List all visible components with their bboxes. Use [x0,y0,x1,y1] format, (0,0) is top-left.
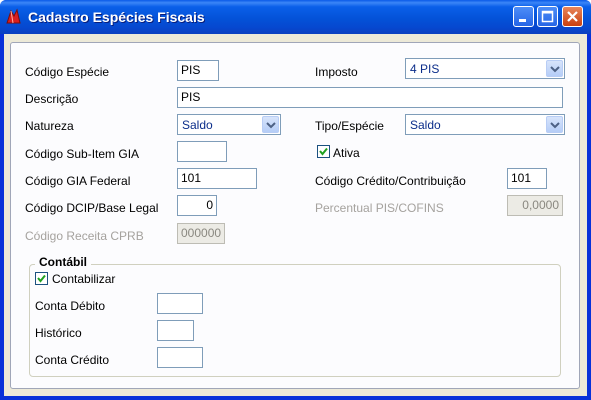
tipo-especie-select[interactable]: Saldo [405,114,565,135]
conta-credito-label: Conta Crédito [35,353,110,367]
imposto-label: Imposto [315,65,358,79]
codigo-subitem-gia-input[interactable] [177,141,227,162]
natureza-label: Natureza [25,119,74,133]
red-app-icon [6,8,21,24]
chevron-down-icon [266,122,276,129]
minimize-button[interactable] [513,6,534,27]
codigo-credito-input[interactable]: 101 [507,168,547,189]
maximize-icon [541,10,554,23]
codigo-especie-input[interactable]: PIS [177,60,219,81]
natureza-dropdown-button[interactable] [262,116,279,133]
checkmark-icon [319,147,328,156]
conta-credito-input[interactable] [157,347,203,368]
conta-debito-input[interactable] [157,293,203,314]
imposto-select[interactable]: 4 PIS [405,58,565,79]
codigo-subitem-gia-label: Código Sub-Item GIA [25,147,140,161]
window: Cadastro Espécies Fiscais Código Espécie… [0,0,591,400]
contabil-group-title: Contábil [35,255,91,269]
minimize-icon [519,19,526,22]
contabilizar-label: Contabilizar [52,272,116,286]
codigo-especie-label: Código Espécie [25,65,110,79]
checkmark-icon [37,274,46,283]
codigo-credito-label: Código Crédito/Contribuição [315,174,466,188]
natureza-select[interactable]: Saldo [177,114,281,135]
ativa-checkbox[interactable] [317,145,330,158]
codigo-dcip-label: Código DCIP/Base Legal [25,201,159,215]
descricao-input[interactable]: PIS [177,87,563,108]
chevron-down-icon [550,66,560,73]
natureza-value: Saldo [182,118,213,132]
close-icon [567,11,578,22]
close-button[interactable] [562,6,583,27]
title-bar[interactable]: Cadastro Espécies Fiscais [0,0,591,34]
tipo-especie-value: Saldo [410,118,441,132]
form-panel: Código Espécie PIS Imposto 4 PIS Descriç… [10,42,580,389]
percentual-pis-label: Percentual PIS/COFINS [315,201,444,215]
window-title: Cadastro Espécies Fiscais [28,9,205,25]
chevron-down-icon [550,122,560,129]
conta-debito-label: Conta Débito [35,299,106,313]
imposto-value: 4 PIS [410,62,440,76]
tipo-especie-dropdown-button[interactable] [546,116,563,133]
historico-label: Histórico [35,326,82,340]
ativa-label: Ativa [333,146,360,160]
codigo-receita-cprb-input: 000000 [177,223,225,244]
historico-input[interactable] [157,320,194,341]
tipo-especie-label: Tipo/Espécie [315,119,384,133]
codigo-receita-cprb-label: Código Receita CPRB [25,229,144,243]
descricao-label: Descrição [25,92,79,106]
imposto-dropdown-button[interactable] [546,60,563,77]
codigo-gia-federal-label: Código GIA Federal [25,174,131,188]
contabilizar-checkbox[interactable] [35,272,48,285]
window-body: Código Espécie PIS Imposto 4 PIS Descriç… [4,34,587,396]
maximize-button[interactable] [537,6,558,27]
codigo-gia-federal-input[interactable]: 101 [177,168,257,189]
percentual-pis-input: 0,0000 [507,195,563,216]
codigo-dcip-input[interactable]: 0 [177,195,217,216]
